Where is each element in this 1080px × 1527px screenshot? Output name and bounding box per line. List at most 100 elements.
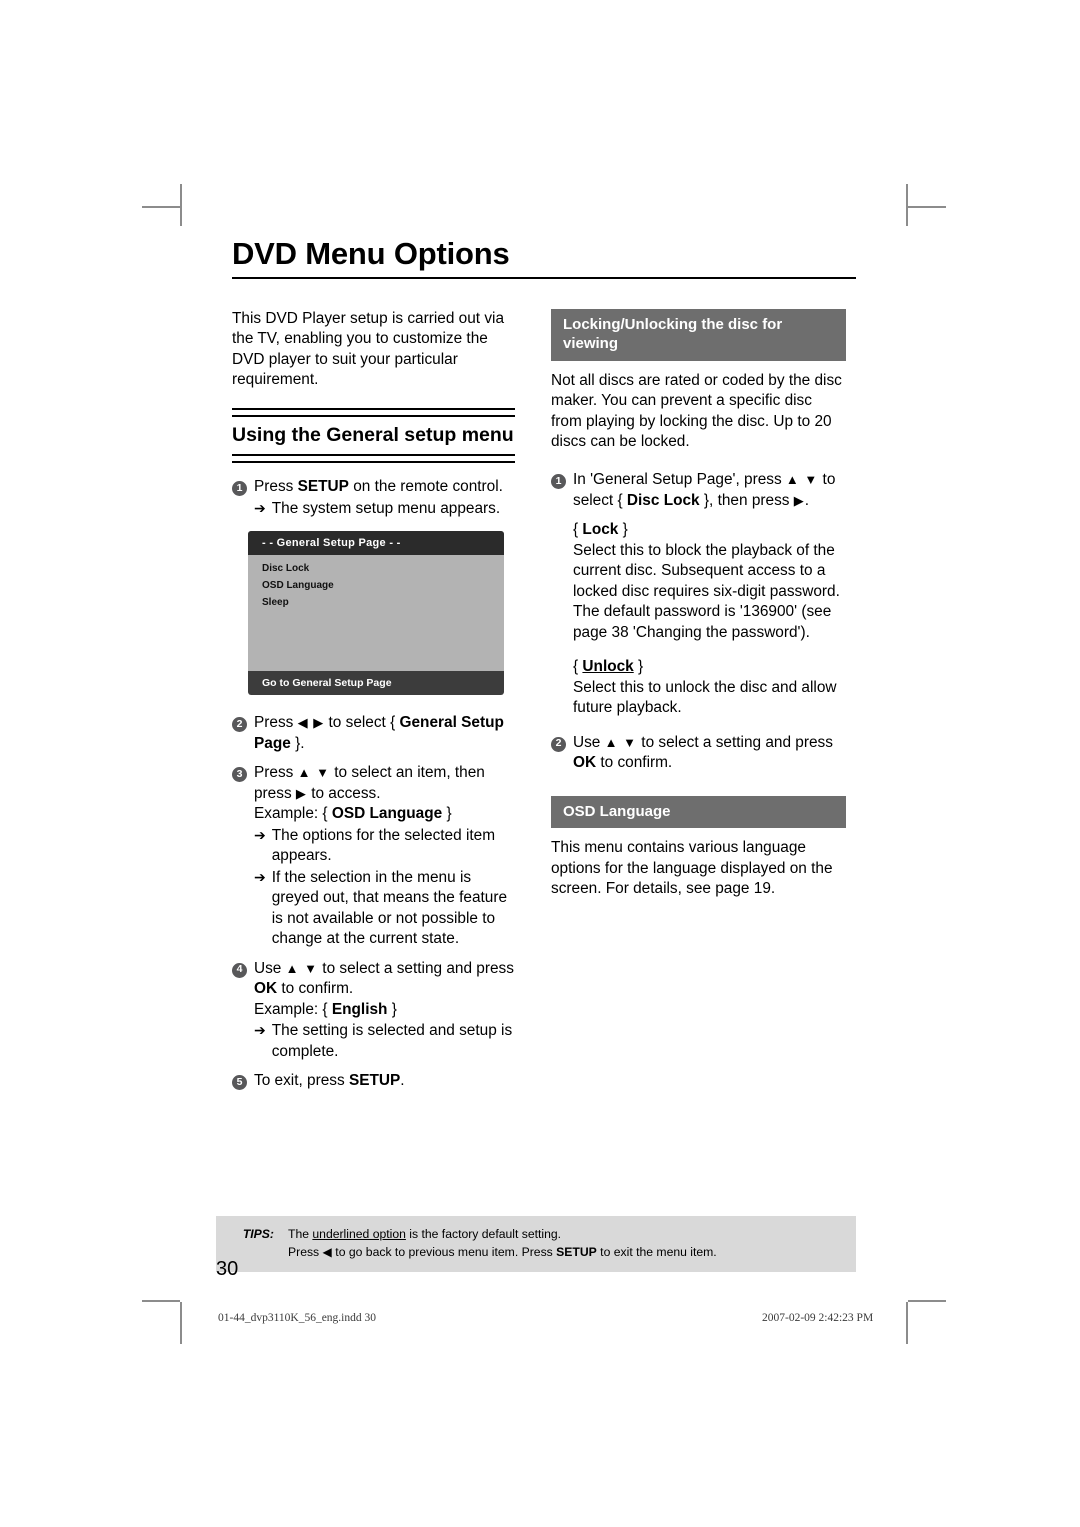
step-3: 3 Press ▲ ▼ to select an item, then pres… — [232, 763, 515, 949]
step-4-text-before: Use — [254, 959, 286, 977]
tips-line-1: The underlined option is the factory def… — [288, 1225, 856, 1243]
osd-language-header-bar: OSD Language — [551, 795, 846, 829]
up-down-arrow-icon: ▲ ▼ — [604, 734, 638, 750]
tv-screen-footer: Go to General Setup Page — [248, 671, 504, 696]
lock-step-1-body: In 'General Setup Page', press ▲ ▼ to se… — [573, 470, 846, 511]
lock-step-1-text-before: In 'General Setup Page', press — [573, 471, 786, 489]
lock-step-1: 1 In 'General Setup Page', press ▲ ▼ to … — [551, 470, 846, 511]
step-5-bold: SETUP — [348, 1071, 401, 1089]
tv-menu-item-osd-language: OSD Language — [262, 580, 334, 592]
step-1-substep: ➔ The system setup menu appears. — [254, 499, 515, 519]
two-column-layout: This DVD Player setup is carried out via… — [232, 308, 856, 1101]
step-4: 4 Use ▲ ▼ to select a setting and press … — [232, 959, 515, 1062]
tips-line-2: Press ◀ to go back to previous menu item… — [288, 1243, 856, 1261]
unlock-label-bold: Unlock — [582, 658, 634, 676]
right-column: Locking/Unlocking the disc for viewing N… — [551, 308, 846, 900]
step-2: 2 Press ◀ ▶ to select { General Setup Pa… — [232, 713, 515, 754]
tips-box: TIPS: The underlined option is the facto… — [216, 1216, 856, 1272]
tv-screen-title: - - General Setup Page - - — [248, 531, 504, 556]
lock-option-description: Select this to block the playback of the… — [573, 541, 840, 641]
lock-section-intro: Not all discs are rated or coded by the … — [551, 371, 842, 450]
arrow-right-icon: ➔ — [254, 868, 266, 885]
intro-paragraph: This DVD Player setup is carried out via… — [232, 309, 505, 388]
tips-line-1-before: The — [288, 1227, 313, 1241]
step-number-badge: 1 — [232, 481, 247, 497]
step-5-body: To exit, press SETUP. — [254, 1071, 515, 1091]
tips-label: TIPS: — [242, 1227, 274, 1241]
step-4-example: Example: { English } — [254, 1000, 515, 1020]
left-arrow-icon: ◀ — [322, 1245, 332, 1260]
lock-option-block: { Lock } Select this to block the playba… — [573, 520, 846, 643]
step-4-example-after: } — [387, 1000, 397, 1018]
tips-line-2-bold: SETUP — [556, 1245, 597, 1260]
step-4-sub-text-1: The setting is selected and setup is com… — [271, 1022, 513, 1060]
crop-mark-top-right-vertical — [906, 184, 908, 226]
up-down-arrow-icon: ▲ ▼ — [297, 765, 330, 781]
step-5: 5 To exit, press SETUP. — [232, 1071, 515, 1091]
tv-screen-menu-list: Disc Lock OSD Language Sleep — [248, 555, 504, 608]
osd-language-description: This menu contains various language opti… — [551, 839, 833, 898]
arrow-right-icon: ➔ — [254, 499, 266, 516]
step-5-text-after: . — [400, 1071, 405, 1089]
crop-mark-top-left-horizontal — [142, 206, 180, 208]
step-5-text-before: To exit, press — [254, 1071, 349, 1089]
up-down-arrow-icon: ▲ ▼ — [785, 472, 819, 488]
unlock-option-description: Select this to unlock the disc and allow… — [573, 678, 837, 717]
lock-step-1-bold: Disc Lock — [626, 491, 700, 509]
step-3-text-after: to access. — [306, 784, 381, 802]
lock-label-open: { — [573, 521, 583, 539]
crop-mark-bottom-left-vertical — [180, 1302, 182, 1344]
lock-step-2-body: Use ▲ ▼ to select a setting and press OK… — [573, 733, 846, 774]
right-arrow-icon: ▶ — [295, 785, 307, 801]
step-number-badge: 3 — [232, 767, 247, 783]
crop-mark-top-right-horizontal — [908, 206, 946, 208]
crop-mark-bottom-right-horizontal — [908, 1300, 946, 1302]
title-underline-rule — [232, 276, 856, 279]
step-1-text-after: on the remote control. — [348, 478, 503, 496]
left-right-arrow-icon: ◀ ▶ — [297, 715, 325, 731]
step-4-body: Use ▲ ▼ to select a setting and press OK… — [254, 959, 515, 1062]
crop-mark-top-left-vertical — [180, 184, 182, 226]
tips-line-2-before: Press — [288, 1245, 323, 1260]
step-2-text-after: }. — [290, 734, 305, 752]
step-number-badge: 1 — [551, 474, 566, 490]
lock-step-2-text-after: to confirm. — [596, 754, 673, 772]
lock-step-1-text-mid2: }, then press — [699, 491, 794, 509]
tv-menu-item-disc-lock: Disc Lock — [262, 563, 310, 575]
unlock-option-block: { Unlock } Select this to unlock the dis… — [573, 657, 846, 718]
tips-line-1-after: is the factory default setting. — [405, 1227, 562, 1241]
step-number-badge: 4 — [232, 962, 247, 978]
step-3-substep-1: ➔ The options for the selected item appe… — [254, 826, 515, 867]
step-2-body: Press ◀ ▶ to select { General Setup Page… — [254, 713, 515, 754]
step-3-example: Example: { OSD Language } — [254, 804, 515, 824]
step-1-bold: SETUP — [297, 478, 349, 496]
step-4-example-label: Example: { — [254, 1000, 332, 1018]
section-heading-text: Using the General setup menu — [232, 424, 514, 447]
step-4-text-after: to confirm. — [277, 980, 354, 998]
step-3-example-after: } — [442, 805, 452, 823]
unlock-option-label: { Unlock } — [573, 657, 846, 677]
step-number-badge: 2 — [551, 736, 566, 752]
page-content: DVD Menu Options This DVD Player setup i… — [232, 236, 856, 1101]
left-column: This DVD Player setup is carried out via… — [232, 309, 515, 1101]
heading-bottom-rule — [232, 454, 515, 464]
step-4-example-bold: English — [331, 1000, 388, 1018]
step-3-sub-text-1: The options for the selected item appear… — [271, 826, 496, 865]
step-3-substep-2: ➔ If the selection in the menu is greyed… — [254, 868, 515, 950]
tips-lines: The underlined option is the factory def… — [288, 1225, 856, 1262]
tips-line-2-mid: to go back to previous menu item. Press — [331, 1245, 557, 1260]
step-4-text-mid: to select a setting and press — [318, 959, 514, 977]
lock-section-header-bar: Locking/Unlocking the disc for viewing — [551, 308, 846, 361]
page-title: DVD Menu Options — [232, 236, 510, 271]
step-1-sub-text: The system setup menu appears. — [271, 499, 501, 517]
lock-step-2-bold: OK — [573, 754, 597, 772]
unlock-label-close: } — [633, 658, 644, 676]
lock-step-2-text-mid: to select a setting and press — [637, 733, 833, 751]
step-4-bold: OK — [254, 980, 278, 998]
tips-line-2-after: to exit the menu item. — [596, 1245, 717, 1260]
tv-menu-item-sleep: Sleep — [262, 597, 289, 609]
general-setup-page-screenshot: - - General Setup Page - - Disc Lock OSD… — [248, 531, 504, 696]
crop-mark-bottom-right-vertical — [906, 1302, 908, 1344]
right-arrow-icon: ▶ — [793, 492, 805, 508]
step-3-example-label: Example: { — [254, 805, 332, 823]
